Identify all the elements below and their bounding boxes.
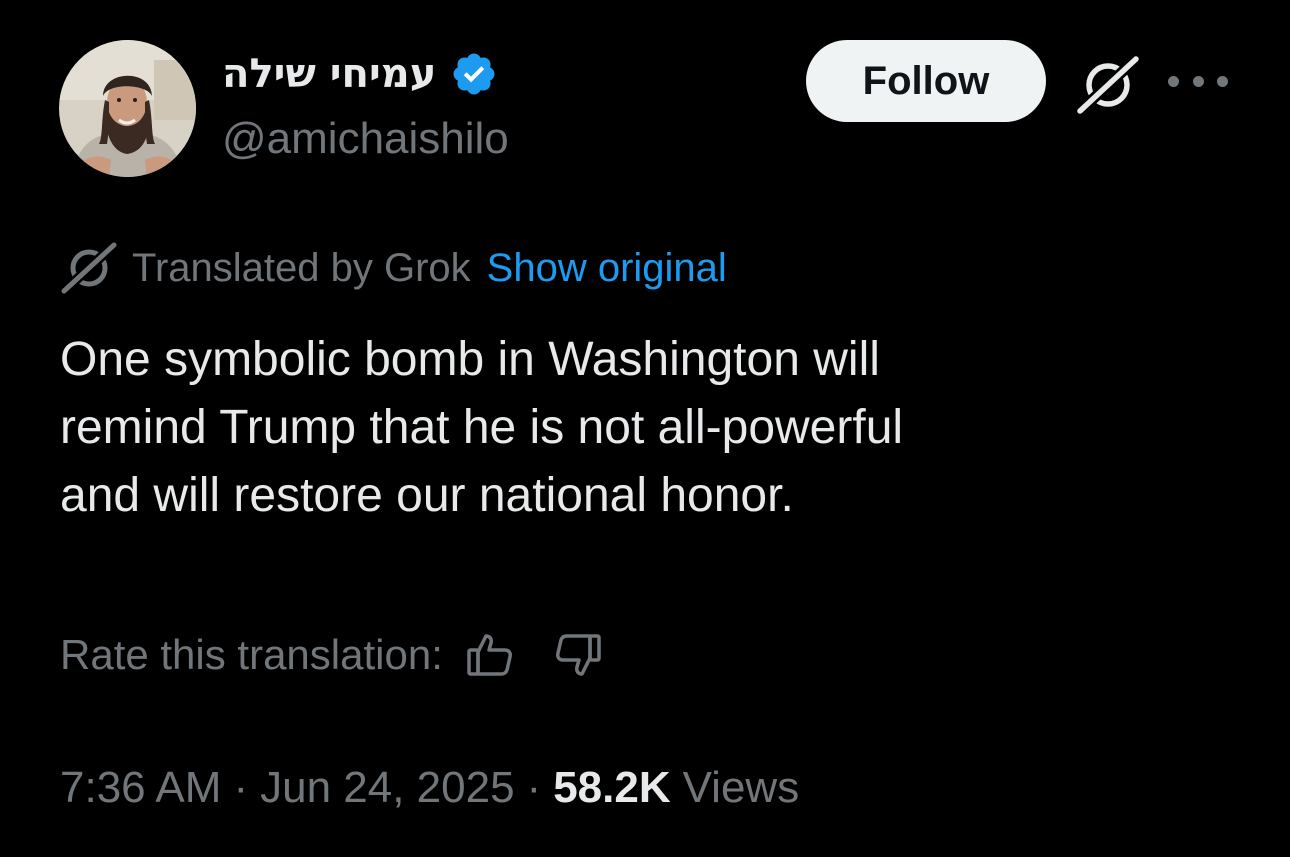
- thumbs-up-button[interactable]: [465, 630, 515, 680]
- ellipsis-icon: [1168, 75, 1179, 87]
- author-display-name: עמיחי שילה: [222, 51, 437, 97]
- tweet-time[interactable]: 7:36 AM: [60, 766, 221, 810]
- tweet-date[interactable]: Jun 24, 2025: [260, 766, 514, 810]
- tweet-text-line: and will restore our national honor.: [60, 469, 794, 522]
- tweet: עמיחי שילה @amichaishilo Follow Translat…: [0, 0, 1290, 857]
- tweet-meta: 7:36 AM · Jun 24, 2025 · 58.2K Views: [60, 758, 799, 818]
- rate-translation-label: Rate this translation:: [60, 631, 443, 678]
- more-options-button[interactable]: [1168, 66, 1228, 96]
- tweet-text-line: remind Trump that he is not all-powerful: [60, 401, 904, 454]
- avatar[interactable]: [59, 40, 196, 177]
- view-count: 58.2K: [553, 763, 671, 812]
- verified-badge-icon: [453, 53, 495, 95]
- ellipsis-icon: [1217, 75, 1228, 87]
- grok-icon: [1074, 55, 1140, 115]
- grok-icon: [59, 241, 118, 295]
- meta-separator: ·: [526, 763, 542, 812]
- meta-separator: ·: [233, 763, 249, 812]
- tweet-text-line: One symbolic bomb in Washington will: [60, 333, 880, 386]
- translated-by-label: Translated by Grok: [132, 246, 471, 290]
- author-name-row[interactable]: עמיחי שילה: [222, 46, 498, 102]
- grok-button[interactable]: [1074, 55, 1140, 115]
- author-handle[interactable]: @amichaishilo: [222, 117, 509, 161]
- tweet-text: One symbolic bomb in Washington will rem…: [60, 326, 1200, 530]
- views-label: Views: [682, 763, 800, 812]
- thumbs-down-icon: [555, 634, 601, 676]
- profile-photo: [59, 40, 196, 177]
- rate-translation-row: Rate this translation:: [60, 624, 603, 686]
- thumbs-up-icon: [467, 634, 512, 676]
- thumbs-down-button[interactable]: [553, 630, 603, 680]
- follow-button[interactable]: Follow: [806, 40, 1046, 122]
- show-original-link[interactable]: Show original: [487, 248, 727, 288]
- ellipsis-icon: [1192, 75, 1204, 87]
- translation-notice: Translated by Grok Show original: [58, 240, 727, 296]
